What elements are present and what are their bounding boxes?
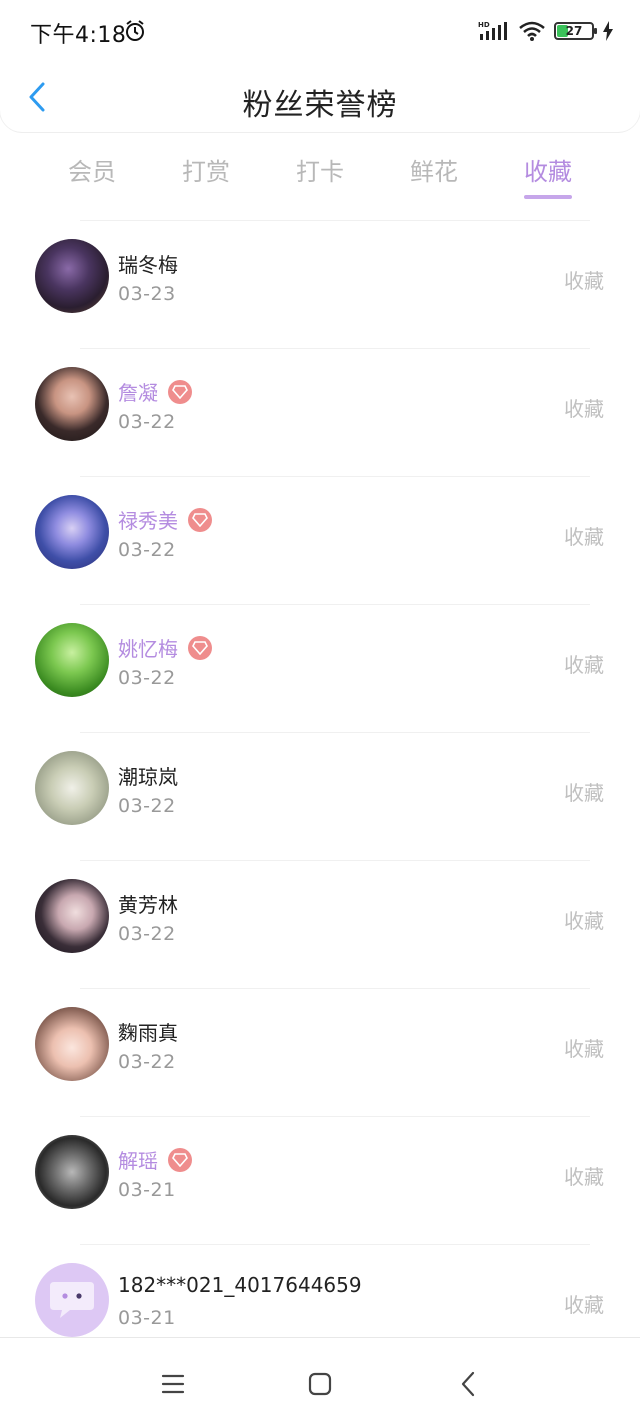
charging-icon [603,21,613,41]
tab-favorites[interactable]: 收藏 [491,148,605,208]
avatar[interactable] [35,1007,109,1081]
user-name: 姚忆梅 [118,637,178,661]
avatar[interactable] [35,623,109,697]
back-nav-button[interactable] [448,1364,488,1404]
home-button[interactable] [300,1364,340,1404]
list-item[interactable]: 潮琼岚 03-22 收藏 [35,732,604,860]
menu-button[interactable] [153,1364,193,1404]
date: 03-21 [118,1307,176,1329]
user-name: 詹凝 [118,381,158,405]
home-square-icon [308,1372,332,1396]
vip-diamond-icon [168,1147,192,1172]
vip-diamond-icon [188,635,212,660]
favorite-label: 收藏 [564,909,604,933]
avatar[interactable] [35,751,109,825]
user-name: 瑞冬梅 [118,253,178,277]
favorite-label: 收藏 [564,269,604,293]
avatar[interactable] [35,367,109,441]
favorite-label: 收藏 [564,397,604,421]
page-title: 粉丝荣誉榜 [242,88,398,123]
menu-icon [161,1374,185,1394]
avatar[interactable] [35,239,109,313]
alarm-clock-icon [126,20,144,41]
user-name: 潮琼岚 [118,765,178,789]
avatar[interactable] [35,495,109,569]
date: 03-22 [118,539,176,561]
status-icons: HD 27 [478,18,614,44]
signal-icon: HD [478,21,507,40]
tab-flowers[interactable]: 鲜花 [377,148,491,208]
fan-list: 瑞冬梅 03-23 收藏 詹凝 03-22 收藏 禄秀美 03-22 收藏 姚忆… [0,220,640,1372]
date: 03-21 [118,1179,176,1201]
status-bar: 下午4:18 HD 27 [0,0,640,60]
user-name: 182***021_4017644659 [118,1273,362,1297]
list-item[interactable]: 瑞冬梅 03-23 收藏 [35,220,604,348]
date: 03-22 [118,795,176,817]
list-item[interactable]: 姚忆梅 03-22 收藏 [35,604,604,732]
list-item[interactable]: 詹凝 03-22 收藏 [35,348,604,476]
favorite-label: 收藏 [564,1037,604,1061]
user-name: 解瑶 [118,1149,158,1173]
favorite-label: 收藏 [564,525,604,549]
date: 03-22 [118,923,176,945]
date: 03-22 [118,1051,176,1073]
date: 03-22 [118,411,176,433]
system-nav-bar [0,1337,640,1422]
wifi-icon [519,21,545,41]
favorite-label: 收藏 [564,653,604,677]
user-name: 麴雨真 [118,1021,178,1045]
battery-icon: 27 [554,22,597,40]
header: 粉丝荣誉榜 [0,62,640,132]
tab-checkin[interactable]: 打卡 [263,148,377,208]
avatar[interactable] [35,879,109,953]
list-item[interactable]: 黄芳林 03-22 收藏 [35,860,604,988]
user-name: 禄秀美 [118,509,178,533]
tab-members[interactable]: 会员 [35,148,149,208]
list-item[interactable]: 禄秀美 03-22 收藏 [35,476,604,604]
status-time: 下午4:18 [30,23,127,48]
tab-bar: 会员 打赏 打卡 鲜花 收藏 [35,148,605,208]
default-avatar[interactable] [35,1263,109,1337]
vip-diamond-icon [188,507,212,532]
date: 03-22 [118,667,176,689]
date: 03-23 [118,283,176,305]
avatar[interactable] [35,1135,109,1209]
vip-diamond-icon [168,379,192,404]
user-name: 黄芳林 [118,893,178,917]
chat-bubble-icon [50,1282,94,1318]
back-chevron-icon [461,1371,475,1397]
favorite-label: 收藏 [564,781,604,805]
list-item[interactable]: 麴雨真 03-22 收藏 [35,988,604,1116]
battery-level: 27 [565,24,583,38]
list-item[interactable]: 解瑶 03-21 收藏 [35,1116,604,1244]
tab-rewards[interactable]: 打赏 [149,148,263,208]
favorite-label: 收藏 [564,1293,604,1317]
favorite-label: 收藏 [564,1165,604,1189]
network-type-label: HD [478,21,490,29]
